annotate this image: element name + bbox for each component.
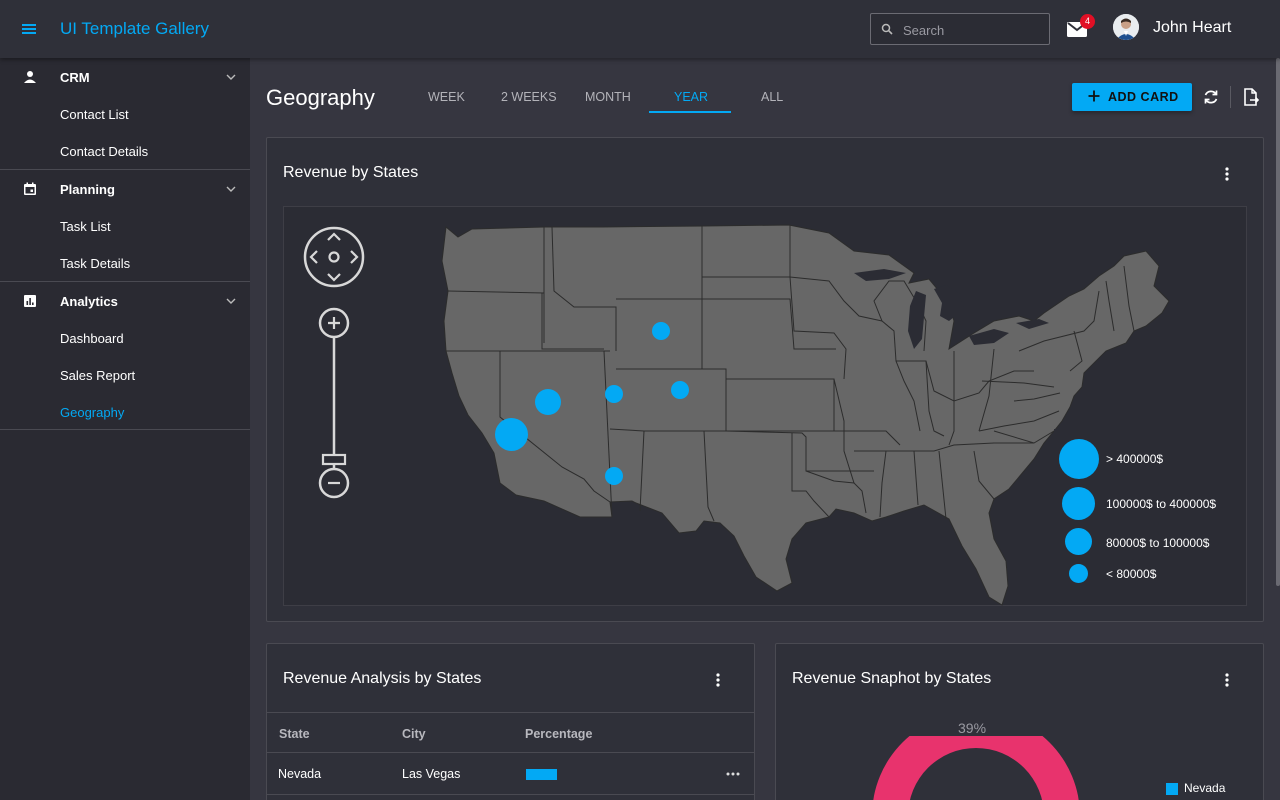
legend-label: 80000$ to 100000$ xyxy=(1106,536,1210,550)
tab-all[interactable]: ALL xyxy=(761,90,783,104)
table-header: State City Percentage xyxy=(267,712,754,753)
sidebar-item-label: Contact Details xyxy=(60,144,149,159)
chevron-down-icon xyxy=(226,186,236,192)
page-title: Geography xyxy=(266,85,375,110)
add-card-label: ADD CARD xyxy=(1108,90,1179,104)
map-legend: > 400000$ 100000$ to 400000$ 80000$ to 1… xyxy=(1054,429,1232,597)
sidebar-divider xyxy=(0,429,250,430)
sidebar-group-planning[interactable]: Planning xyxy=(0,170,250,207)
sidebar-item-contact-list[interactable]: Contact List xyxy=(0,95,250,132)
chevron-down-icon xyxy=(226,298,236,304)
revenue-bubble-arizona[interactable] xyxy=(605,467,623,485)
sidebar-group-label: Planning xyxy=(60,182,115,197)
sidebar-item-sales-report[interactable]: Sales Report xyxy=(0,356,250,393)
cell-city: Las Vegas xyxy=(402,767,461,781)
revenue-bubble-wyoming[interactable] xyxy=(652,322,670,340)
revenue-snapshot-card: Revenue Snaphot by States 39% Nevada xyxy=(775,643,1264,800)
add-card-button[interactable]: ADD CARD xyxy=(1072,83,1192,111)
tab-month[interactable]: MONTH xyxy=(585,90,631,104)
table-row[interactable]: Nevada Las Vegas xyxy=(267,754,754,795)
search-input[interactable] xyxy=(903,20,1043,40)
sidebar-item-geography[interactable]: Geography xyxy=(0,393,250,429)
chevron-down-icon xyxy=(226,74,236,80)
revenue-analysis-card: Revenue Analysis by States State City Pe… xyxy=(266,643,755,800)
legend-label: 100000$ to 400000$ xyxy=(1106,497,1217,511)
column-header-city[interactable]: City xyxy=(402,727,426,741)
sidebar-item-label: Geography xyxy=(60,405,125,420)
sidebar: CRM Contact List Contact Details Plannin… xyxy=(0,58,250,800)
refresh-icon[interactable] xyxy=(1201,87,1221,107)
donut-chart[interactable] xyxy=(856,736,1096,800)
calendar-icon xyxy=(24,182,36,195)
percentage-bar xyxy=(526,769,557,780)
search-box[interactable] xyxy=(870,13,1050,45)
sidebar-item-dashboard[interactable]: Dashboard xyxy=(0,319,250,356)
legend-label: > 400000$ xyxy=(1106,452,1164,466)
sidebar-item-label: Sales Report xyxy=(60,368,136,383)
menu-icon[interactable] xyxy=(18,18,40,40)
user-name[interactable]: John Heart xyxy=(1153,19,1231,37)
revenue-bubble-utah[interactable] xyxy=(605,385,623,403)
sidebar-group-label: Analytics xyxy=(60,294,118,309)
user-avatar-icon xyxy=(1113,14,1139,40)
revenue-by-states-card: Revenue by States > 400000$ 100000$ to 4… xyxy=(266,137,1264,622)
legend-label: Nevada xyxy=(1184,781,1226,795)
usa-map[interactable]: > 400000$ 100000$ to 400000$ 80000$ to 1… xyxy=(283,206,1247,606)
sidebar-group-crm[interactable]: CRM xyxy=(0,58,250,95)
chart-icon xyxy=(24,295,36,307)
more-options-icon[interactable] xyxy=(708,670,728,690)
plus-icon xyxy=(1088,90,1100,102)
revenue-bubble-nevada[interactable] xyxy=(535,389,561,415)
card-title: Revenue Analysis by States xyxy=(283,670,482,687)
sidebar-group-label: CRM xyxy=(60,70,90,85)
legend-label: < 80000$ xyxy=(1106,567,1157,581)
app-title[interactable]: UI Template Gallery xyxy=(60,19,209,39)
avatar[interactable] xyxy=(1113,14,1139,40)
donut-slice-nevada[interactable] xyxy=(872,736,1080,800)
sidebar-item-label: Task List xyxy=(60,219,111,234)
sidebar-item-label: Dashboard xyxy=(60,331,124,346)
revenue-bubble-california[interactable] xyxy=(495,418,528,451)
legend-swatch xyxy=(1069,564,1088,583)
revenue-bubble-colorado[interactable] xyxy=(671,381,689,399)
page-scrollbar[interactable] xyxy=(1276,58,1280,586)
card-title: Revenue Snaphot by States xyxy=(792,670,992,687)
sidebar-item-contact-details[interactable]: Contact Details xyxy=(0,132,250,169)
pie-percent-label: 39% xyxy=(958,720,987,736)
tab-week[interactable]: WEEK xyxy=(428,90,465,104)
zoom-control[interactable] xyxy=(317,307,351,501)
legend-swatch xyxy=(1166,783,1178,795)
legend-swatch xyxy=(1062,487,1095,520)
more-options-icon[interactable] xyxy=(1217,164,1237,184)
toolbar-separator xyxy=(1230,86,1231,108)
more-options-icon[interactable] xyxy=(1217,670,1237,690)
column-header-percentage[interactable]: Percentage xyxy=(525,727,592,741)
row-more-icon[interactable] xyxy=(725,768,741,780)
top-header: UI Template Gallery 4 John Heart xyxy=(0,0,1280,58)
legend-swatch xyxy=(1065,528,1092,555)
cell-state: Nevada xyxy=(278,767,322,781)
sidebar-item-task-details[interactable]: Task Details xyxy=(0,244,250,281)
pan-control[interactable] xyxy=(302,225,366,289)
export-document-icon[interactable] xyxy=(1241,87,1261,107)
person-icon xyxy=(24,71,36,83)
tab-year[interactable]: YEAR xyxy=(674,90,708,104)
search-icon xyxy=(881,23,893,35)
legend-swatch xyxy=(1059,439,1099,479)
card-title: Revenue by States xyxy=(283,164,419,181)
active-tab-indicator xyxy=(649,111,731,113)
sidebar-item-label: Contact List xyxy=(60,107,129,122)
sidebar-group-analytics[interactable]: Analytics xyxy=(0,282,250,319)
tab-2-weeks[interactable]: 2 WEEKS xyxy=(501,90,557,104)
column-header-state[interactable]: State xyxy=(279,727,310,741)
mail-count-badge: 4 xyxy=(1080,14,1095,29)
sidebar-item-label: Task Details xyxy=(60,256,131,271)
sidebar-item-task-list[interactable]: Task List xyxy=(0,207,250,244)
